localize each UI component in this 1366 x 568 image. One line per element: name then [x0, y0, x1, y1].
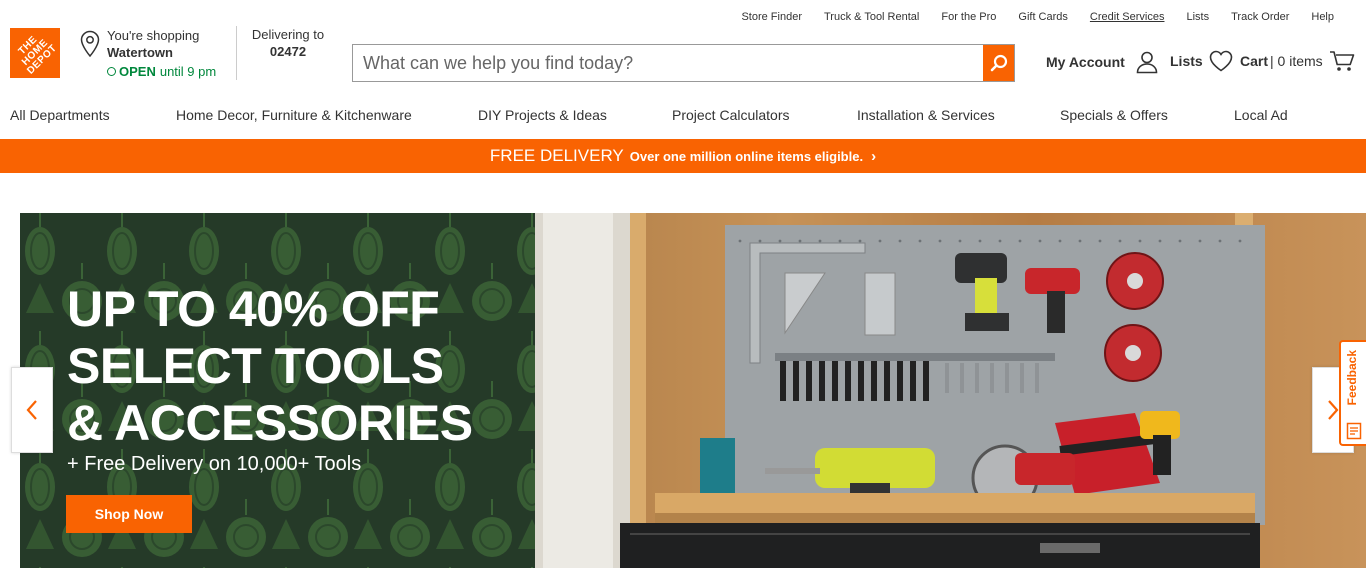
shop-now-button[interactable]: Shop Now: [66, 495, 192, 533]
lists-button[interactable]: Lists: [1170, 50, 1233, 72]
delivering-label: Delivering to: [251, 27, 325, 42]
feedback-icon: [1346, 422, 1362, 440]
nav-diy-projects[interactable]: DIY Projects & Ideas: [478, 107, 607, 123]
nav-installation-services[interactable]: Installation & Services: [857, 107, 995, 123]
store-name: Watertown: [107, 45, 173, 60]
free-delivery-banner[interactable]: FREE DELIVERY Over one million online it…: [0, 139, 1366, 173]
cart-label: Cart: [1240, 53, 1269, 69]
main-nav: All Departments Home Decor, Furniture & …: [0, 107, 1366, 127]
feedback-label: Feedback: [1345, 350, 1359, 406]
delivery-zip-selector[interactable]: Delivering to 02472: [243, 27, 333, 59]
nav-project-calculators[interactable]: Project Calculators: [672, 107, 790, 123]
cart-icon: [1329, 51, 1354, 71]
header-divider: [236, 26, 237, 80]
store-status: OPEN until 9 pm: [107, 64, 216, 79]
nav-specials-offers[interactable]: Specials & Offers: [1060, 107, 1168, 123]
chevron-right-icon: [1328, 400, 1339, 420]
open-label: OPEN: [119, 64, 156, 79]
truck-tool-rental-link[interactable]: Truck & Tool Rental: [824, 10, 919, 24]
shopping-label: You're shopping: [107, 28, 200, 43]
hero-banner[interactable]: UP TO 40% OFF SELECT TOOLS & ACCESSORIES…: [20, 213, 1366, 568]
search-input[interactable]: [353, 45, 983, 81]
delivery-zip: 02472: [269, 44, 307, 59]
search-bar: [352, 44, 1015, 82]
nav-home-decor[interactable]: Home Decor, Furniture & Kitchenware: [176, 107, 412, 123]
chevron-left-icon: [26, 400, 37, 420]
logo-text: THE HOME DEPOT: [16, 34, 59, 77]
search-button[interactable]: [983, 45, 1014, 81]
heart-icon: [1209, 50, 1232, 72]
promo-title: FREE DELIVERY: [489, 146, 624, 165]
carousel-prev-button[interactable]: [11, 367, 53, 453]
promo-subtitle: Over one million online items eligible.: [629, 148, 864, 164]
cart-count: | 0 items: [1270, 53, 1323, 69]
feedback-tab[interactable]: Feedback: [1339, 340, 1366, 446]
store-finder-link[interactable]: Store Finder: [741, 10, 802, 24]
for-the-pro-link[interactable]: For the Pro: [941, 10, 996, 24]
my-account-label: My Account: [1046, 54, 1125, 70]
store-selector[interactable]: You're shopping Watertown OPEN until 9 p…: [80, 27, 236, 83]
help-link[interactable]: Help: [1311, 10, 1334, 24]
chevron-right-icon: ›: [871, 147, 877, 165]
user-icon: [1136, 51, 1158, 74]
nav-all-departments[interactable]: All Departments: [10, 107, 110, 123]
lists-link[interactable]: Lists: [1186, 10, 1209, 24]
hero-headline: UP TO 40% OFF SELECT TOOLS & ACCESSORIES: [67, 281, 473, 451]
nav-local-ad[interactable]: Local Ad: [1234, 107, 1288, 123]
utility-nav: Store Finder Truck & Tool Rental For the…: [719, 10, 1334, 24]
lists-label: Lists: [1170, 53, 1203, 69]
hero-tools-image: [535, 213, 1366, 568]
hero-subline: + Free Delivery on 10,000+ Tools: [67, 453, 362, 475]
store-hours: until 9 pm: [159, 64, 217, 79]
my-account-button[interactable]: My Account: [1046, 50, 1159, 74]
cart-button[interactable]: Cart | 0 items: [1240, 50, 1355, 72]
tools-workbench-illustration: [535, 213, 1265, 568]
credit-services-link[interactable]: Credit Services: [1090, 10, 1165, 24]
track-order-link[interactable]: Track Order: [1231, 10, 1289, 24]
home-depot-logo[interactable]: THE HOME DEPOT: [10, 28, 60, 78]
open-status-icon: [107, 67, 116, 76]
search-icon: [990, 54, 1007, 72]
location-pin-icon: [80, 30, 100, 58]
gift-cards-link[interactable]: Gift Cards: [1018, 10, 1068, 24]
hero-promo-panel: UP TO 40% OFF SELECT TOOLS & ACCESSORIES…: [20, 213, 535, 568]
